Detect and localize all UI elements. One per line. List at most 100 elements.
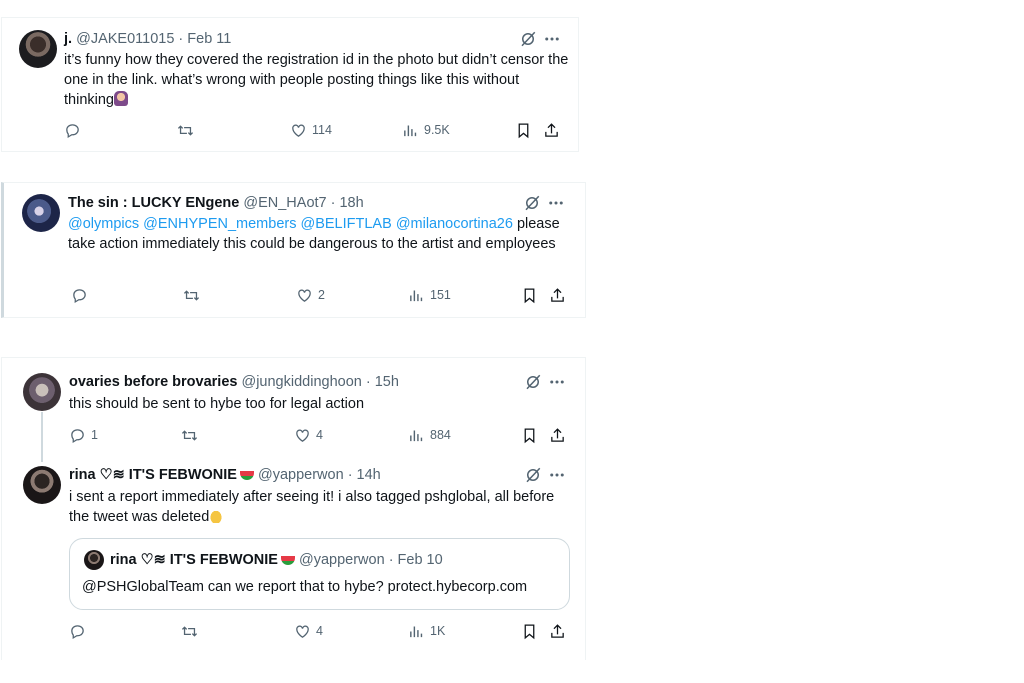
tweet-time[interactable]: · 18h	[331, 195, 364, 211]
author-handle[interactable]: @jungkiddinghoon	[241, 374, 361, 390]
quote-text: @PSHGlobalTeam can we report that to hyb…	[82, 579, 528, 595]
like-button[interactable]: 114	[290, 120, 332, 140]
mention-link[interactable]: @olympics	[68, 216, 139, 232]
grok-icon[interactable]	[524, 373, 542, 391]
tweet-header: rina ♡≋ IT'S FEBWONIE @yapperwon · 14h	[69, 465, 381, 485]
bookmark-icon	[521, 623, 538, 640]
retweet-icon	[183, 287, 200, 304]
share-button[interactable]	[543, 120, 560, 140]
bookmark-button[interactable]	[521, 621, 538, 641]
author-handle[interactable]: @EN_HAot7	[243, 195, 326, 211]
share-button[interactable]	[549, 285, 566, 305]
grok-icon[interactable]	[523, 194, 541, 212]
heart-icon	[294, 623, 311, 640]
tweet-actions: 2 151	[71, 285, 571, 305]
reply-icon	[71, 287, 88, 304]
quoted-tweet[interactable]: rina ♡≋ IT'S FEBWONIE @yapperwon · Feb 1…	[69, 538, 570, 610]
avatar[interactable]	[19, 30, 57, 68]
bookmark-button[interactable]	[521, 425, 538, 445]
tweet-text: this should be sent to hybe too for lega…	[69, 396, 365, 412]
like-button[interactable]: 4	[294, 621, 323, 641]
view-count: 151	[430, 288, 451, 302]
bookmark-icon	[521, 427, 538, 444]
bookmark-icon	[521, 287, 538, 304]
tweet-header: j. @JAKE011015 · Feb 11	[64, 29, 231, 49]
retweet-button[interactable]	[181, 621, 203, 641]
view-count: 9.5K	[424, 123, 450, 137]
more-icon[interactable]	[548, 373, 566, 391]
retweet-icon	[181, 623, 198, 640]
retweet-button[interactable]	[181, 425, 203, 445]
quote-header: rina ♡≋ IT'S FEBWONIE @yapperwon · Feb 1…	[110, 552, 443, 568]
tweet-time[interactable]: · Feb 11	[178, 31, 231, 47]
like-count: 4	[316, 624, 323, 638]
tweet-card-2[interactable]: The sin : LUCKY ENgene @EN_HAot7 · 18h @…	[1, 182, 586, 318]
grok-icon[interactable]	[519, 30, 537, 48]
heart-icon	[296, 287, 313, 304]
folded-hands-emoji-icon	[209, 509, 224, 523]
retweet-button[interactable]	[177, 120, 199, 140]
author-name[interactable]: The sin : LUCKY ENgene	[68, 195, 239, 211]
reply-button[interactable]	[71, 285, 93, 305]
reply-count: 1	[91, 428, 98, 442]
bookmark-button[interactable]	[515, 120, 532, 140]
like-button[interactable]: 2	[296, 285, 325, 305]
author-name[interactable]: ovaries before brovaries	[69, 374, 237, 390]
watermelon-emoji-icon	[239, 470, 254, 480]
reply-button[interactable]: 1	[69, 425, 98, 445]
like-count: 4	[316, 428, 323, 442]
mention-link[interactable]: @BELIFTLAB	[301, 216, 392, 232]
share-button[interactable]	[549, 425, 566, 445]
tweet-text: @olympics @ENHYPEN_members @BELIFTLAB @m…	[68, 216, 560, 252]
avatar[interactable]	[23, 466, 61, 504]
tweet-header: The sin : LUCKY ENgene @EN_HAot7 · 18h	[68, 193, 364, 213]
tweet-actions: 4 1K	[69, 621, 569, 641]
share-icon	[549, 623, 566, 640]
tweet-text: i sent a report immediately after seeing…	[69, 489, 555, 525]
tweet-time[interactable]: · 15h	[366, 374, 399, 390]
author-name[interactable]: rina ♡≋ IT'S FEBWONIE	[69, 467, 237, 483]
heart-icon	[290, 122, 307, 139]
like-button[interactable]: 4	[294, 425, 323, 445]
grok-icon[interactable]	[524, 466, 542, 484]
views-button[interactable]: 9.5K	[402, 120, 450, 140]
reply-icon	[64, 122, 81, 139]
tweet-actions: 1 4 884	[69, 425, 569, 445]
reply-icon	[69, 623, 86, 640]
views-button[interactable]: 884	[408, 425, 451, 445]
mention-link[interactable]: @ENHYPEN_members	[143, 216, 296, 232]
tweet-card-1[interactable]: j. @JAKE011015 · Feb 11 it’s funny how t…	[1, 17, 579, 152]
view-count: 884	[430, 428, 451, 442]
like-count: 2	[318, 288, 325, 302]
retweet-icon	[177, 122, 194, 139]
reply-icon	[69, 427, 86, 444]
reply-button[interactable]	[64, 120, 86, 140]
share-button[interactable]	[549, 621, 566, 641]
view-count: 1K	[430, 624, 446, 638]
share-icon	[549, 287, 566, 304]
retweet-icon	[181, 427, 198, 444]
avatar[interactable]	[22, 194, 60, 232]
more-icon[interactable]	[547, 194, 565, 212]
author-handle[interactable]: @JAKE011015	[76, 31, 174, 47]
views-icon	[408, 287, 425, 304]
share-icon	[549, 427, 566, 444]
more-icon[interactable]	[543, 30, 561, 48]
tweet-time[interactable]: · 14h	[348, 467, 381, 483]
reply-button[interactable]	[69, 621, 91, 641]
heart-icon	[294, 427, 311, 444]
thread-card: ovaries before brovaries @jungkiddinghoo…	[1, 357, 586, 660]
author-handle[interactable]: @yapperwon	[258, 467, 344, 483]
avatar	[84, 550, 104, 570]
mention-link[interactable]: @milanocortina26	[396, 216, 513, 232]
bookmark-icon	[515, 122, 532, 139]
avatar[interactable]	[23, 373, 61, 411]
views-button[interactable]: 151	[408, 285, 451, 305]
author-name[interactable]: j.	[64, 31, 72, 47]
bookmark-button[interactable]	[521, 285, 538, 305]
tweet-actions: 114 9.5K	[64, 120, 564, 140]
retweet-button[interactable]	[183, 285, 205, 305]
more-icon[interactable]	[548, 466, 566, 484]
views-button[interactable]: 1K	[408, 621, 445, 641]
views-icon	[408, 427, 425, 444]
